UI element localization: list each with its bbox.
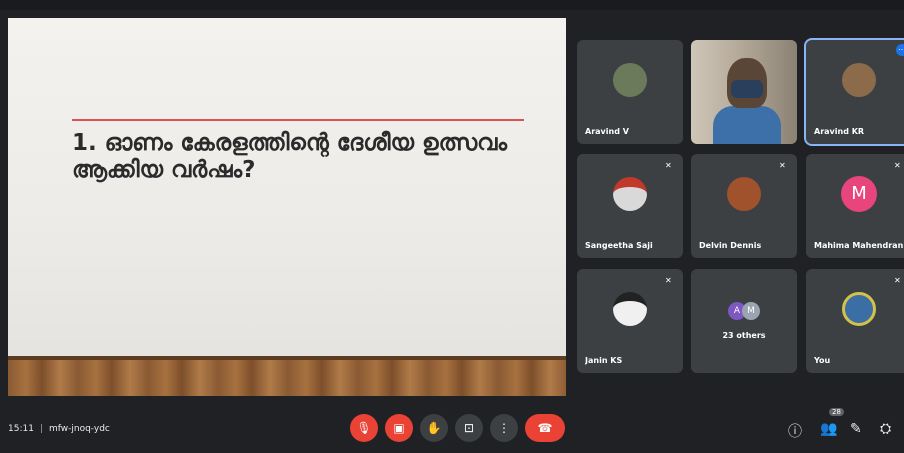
participant-tile[interactable]: ✕ Janin KS [577,269,683,373]
mic-off-icon: ✕ [894,276,901,285]
participant-avatar [613,176,647,211]
participant-tile-active[interactable]: ⋯ Aravind KR [804,38,904,146]
mic-off-icon: ✕ [894,161,901,170]
window-top-strip [0,0,904,10]
participant-initial-avatar: M [841,175,877,212]
mic-off-icon: ✕ [665,276,672,285]
raise-hand-button[interactable]: ✋ [420,414,448,442]
participant-name: Delvin Dennis [699,241,762,250]
participant-name: Janin KS [585,356,623,365]
participant-name: You [814,356,831,365]
slide-title-rule [72,119,524,121]
participant-tile[interactable]: Aravind V [577,40,683,144]
slide-wood-floor [8,356,566,396]
activities-icon: ⛭ [880,421,892,437]
self-tile[interactable]: ✕ You [806,269,904,373]
activities-button[interactable]: ⛭ [880,421,891,437]
video-person-body [713,106,781,144]
camera-toggle-button[interactable]: ▣ [385,414,413,442]
clock-time: 15:11 [8,424,34,434]
leave-call-button[interactable]: ☎ [525,414,565,442]
more-options-icon[interactable]: ⋯ [896,44,904,56]
slide-question: 1. ഓണം കേരളത്തിന്റെ ദേശീയ ഉത്സവം ആക്കിയ … [72,130,542,184]
slide-question-line-2: ആക്കിയ വർഷം? [72,157,256,183]
present-icon: ⊡ [463,421,475,435]
participant-avatar [842,62,876,97]
participant-avatar [613,291,647,326]
people-button[interactable]: 👥 [820,421,837,437]
hand-icon: ✋ [426,421,442,435]
time-and-meeting-code: 15:11 | mfw-jnoq-ydc [8,424,110,434]
separator: | [39,424,43,434]
more-vert-icon: ⋮ [498,421,510,435]
participant-tile[interactable]: ✕ Delvin Dennis [691,154,797,258]
participant-avatar [727,176,761,211]
more-options-button[interactable]: ⋮ [490,414,518,442]
meeting-controls-bar: 15:11 | mfw-jnoq-ydc 🎙 ▣ ✋ ⊡ ⋮ ☎ ⓘ 28 👥 ✎ … [0,406,904,453]
participant-tile[interactable]: ✕ M Mahima Mahendran [806,154,904,258]
others-tile[interactable]: A M 23 others [691,269,797,373]
others-avatars: A M [728,302,760,321]
people-count-badge: 28 [829,408,844,416]
presentation-slide: 1. ഓണം കേരളത്തിന്റെ ദേശീയ ഉത്സവം ആക്കിയ … [8,18,566,396]
participant-name: Sangeetha Saji [585,241,653,250]
people-icon: 👥 [820,421,838,437]
video-person-mask [731,80,763,98]
mic-off-icon: ✕ [665,161,672,170]
slide-question-line-1: 1. ഓണം കേരളത്തിന്റെ ദേശീയ ഉത്സവം [72,130,508,156]
participant-video-tile[interactable] [691,40,797,144]
meeting-info-button[interactable]: ⓘ [788,421,802,441]
mic-off-icon: 🎙 [356,421,372,435]
chat-button[interactable]: ✎ [850,421,862,437]
participant-name: Aravind V [585,127,629,136]
phone-hangup-icon: ☎ [537,421,553,435]
present-button[interactable]: ⊡ [455,414,483,442]
participant-name: Aravind KR [814,127,865,136]
chat-icon: ✎ [850,421,862,437]
participant-tile[interactable]: ✕ Sangeetha Saji [577,154,683,258]
meeting-code: mfw-jnoq-ydc [48,424,110,434]
info-icon: ⓘ [788,424,802,440]
participant-avatar [613,62,647,97]
camera-off-icon: ▣ [393,421,405,435]
mic-toggle-button[interactable]: 🎙 [350,414,378,442]
others-count-label: 23 others [722,331,766,340]
participant-name: Mahima Mahendran [814,241,904,250]
others-avatar: M [742,302,760,321]
participant-avatar [842,291,876,326]
mic-off-icon: ✕ [779,161,786,170]
